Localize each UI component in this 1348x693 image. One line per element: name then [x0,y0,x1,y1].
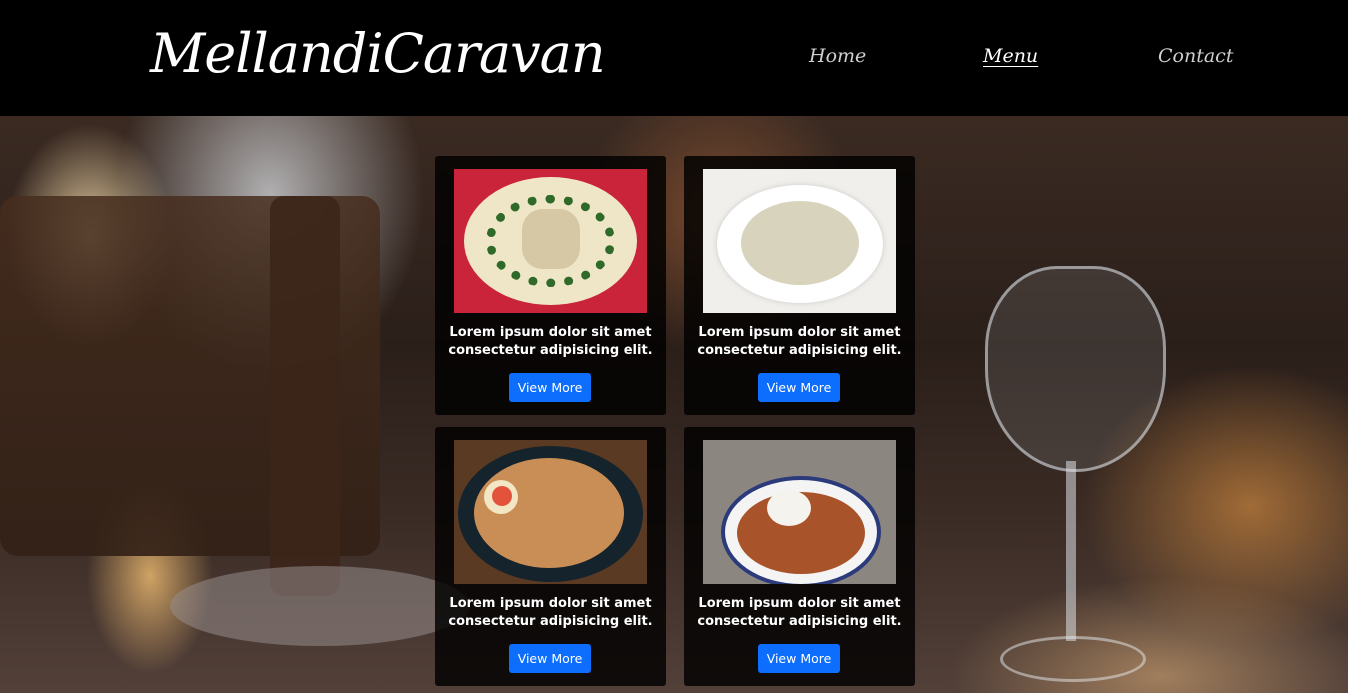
site-logo[interactable]: MellandiCaravan [150,18,606,90]
description-line: consectetur adipisicing elit. [697,614,902,629]
view-more-button[interactable]: View More [509,373,591,402]
restaurant-background-image [0,116,1348,693]
background-wine-glass-foot [1000,636,1146,682]
description-line: Lorem ipsum dolor sit amet [698,325,901,340]
menu-card-description: Lorem ipsum dolor sit amet consectetur a… [435,595,666,631]
menu-card: Lorem ipsum dolor sit amet consectetur a… [684,156,915,415]
description-line: Lorem ipsum dolor sit amet [449,325,652,340]
menu-card: Lorem ipsum dolor sit amet consectetur a… [435,427,666,686]
menu-card-description: Lorem ipsum dolor sit amet consectetur a… [684,595,915,631]
nav-home-link[interactable]: Home [809,42,866,70]
description-line: consectetur adipisicing elit. [448,343,653,358]
clam-chowder-image [703,169,896,313]
nav-menu-link[interactable]: Menu [983,42,1038,70]
menu-card-description: Lorem ipsum dolor sit amet consectetur a… [684,324,915,360]
view-more-button[interactable]: View More [758,373,840,402]
soup-shape [741,201,859,285]
pasta-plate-image [454,169,647,313]
view-more-button[interactable]: View More [509,644,591,673]
curry-bowl-image [703,440,896,584]
menu-card: Lorem ipsum dolor sit amet consectetur a… [435,156,666,415]
rice-shape [767,490,811,526]
background-wine-glass-stem [1066,461,1076,641]
description-line: Lorem ipsum dolor sit amet [449,596,652,611]
description-line: consectetur adipisicing elit. [448,614,653,629]
background-plate [170,566,470,646]
site-header: MellandiCaravan Home Menu Contact [0,0,1348,116]
background-wine-glass [985,266,1166,472]
menu-card-description: Lorem ipsum dolor sit amet consectetur a… [435,324,666,360]
pasta-center [522,209,580,269]
nav-contact-link[interactable]: Contact [1158,42,1233,70]
view-more-button[interactable]: View More [758,644,840,673]
description-line: Lorem ipsum dolor sit amet [698,596,901,611]
yolk-shape [492,486,512,506]
menu-card: Lorem ipsum dolor sit amet consectetur a… [684,427,915,686]
ramen-bowl-image [454,440,647,584]
description-line: consectetur adipisicing elit. [697,343,902,358]
background-chair-post [270,196,340,596]
